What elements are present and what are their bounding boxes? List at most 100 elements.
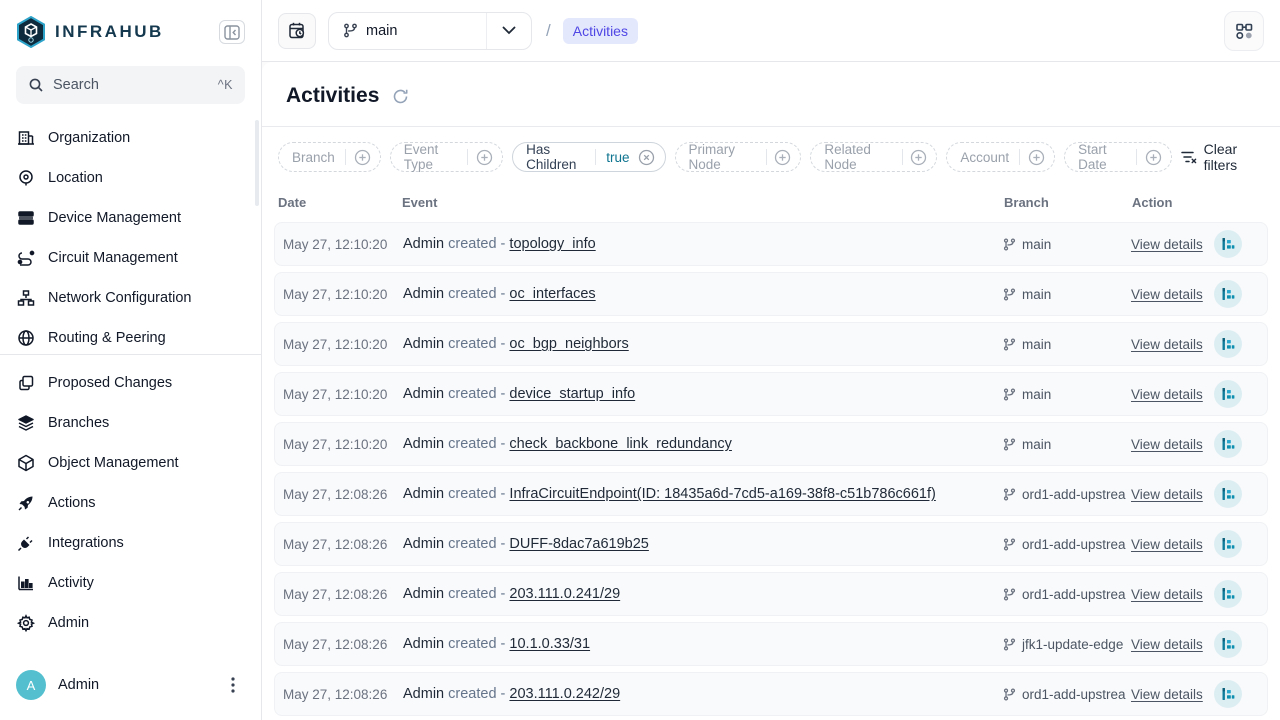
filter-chip[interactable]: Related Node [810, 142, 937, 172]
circle-x-icon[interactable] [638, 149, 665, 166]
view-details-link[interactable]: View details [1131, 537, 1203, 552]
view-details-link[interactable]: View details [1131, 237, 1203, 252]
related-tree-button[interactable] [1214, 330, 1242, 358]
circle-plus-icon[interactable] [766, 149, 800, 166]
time-travel-button[interactable] [278, 13, 316, 49]
clear-filters-button[interactable]: Clear filters [1181, 141, 1264, 173]
event-verb: created [448, 386, 496, 402]
filter-chip[interactable]: Branch [278, 142, 381, 172]
filter-bar: Branch Event Type Has Children true Prim… [262, 127, 1280, 185]
plug-icon [16, 534, 35, 553]
view-details-link[interactable]: View details [1131, 487, 1203, 502]
git-branch-icon [1003, 438, 1016, 451]
event-object-link[interactable]: 203.111.0.241/29 [509, 586, 620, 602]
sidebar-item-admin[interactable]: Admin [0, 603, 261, 643]
view-details-link[interactable]: View details [1131, 337, 1203, 352]
related-tree-button[interactable] [1214, 530, 1242, 558]
event-object-link[interactable]: 203.111.0.242/29 [509, 686, 620, 702]
filter-chip[interactable]: Event Type [390, 142, 503, 172]
event-object-link[interactable]: device_startup_info [509, 386, 635, 402]
related-tree-button[interactable] [1214, 280, 1242, 308]
event-object-link[interactable]: check_backbone_link_redundancy [509, 436, 732, 452]
search-input[interactable]: Search ^K [16, 66, 245, 104]
sidebar-item-location[interactable]: Location [0, 158, 261, 198]
sidebar-item-label: Integrations [48, 535, 124, 551]
sidebar-item-integrations[interactable]: Integrations [0, 523, 261, 563]
row-event: Admin created - 10.1.0.33/31 [403, 636, 1003, 652]
refresh-button[interactable] [389, 85, 411, 107]
sidebar-collapse-button[interactable] [219, 20, 245, 44]
sidebar-item-object-management[interactable]: Object Management [0, 443, 261, 483]
kebab-icon [231, 677, 235, 693]
row-event: Admin created - topology_info [403, 236, 1003, 252]
chevron-down-icon [502, 26, 516, 35]
col-date: Date [278, 195, 402, 210]
brand-logo[interactable]: INFRAHUB [16, 16, 164, 48]
event-separator: - [501, 586, 506, 602]
event-object-link[interactable]: InfraCircuitEndpoint(ID: 18435a6d-7cd5-a… [509, 486, 935, 502]
filter-chip[interactable]: Primary Node [675, 142, 802, 172]
view-details-link[interactable]: View details [1131, 687, 1203, 702]
git-branch-icon [1003, 388, 1016, 401]
app-window: INFRAHUB Search ^K [0, 0, 1280, 720]
related-tree-button[interactable] [1214, 230, 1242, 258]
schema-visualizer-button[interactable] [1224, 11, 1264, 51]
row-branch: main [1003, 387, 1131, 402]
event-verb: created [448, 336, 496, 352]
related-tree-button[interactable] [1214, 680, 1242, 708]
branch-label: main [1022, 237, 1051, 252]
sidebar-item-label: Actions [48, 495, 96, 511]
sidebar-item-device-management[interactable]: Device Management [0, 198, 261, 238]
sidebar-scrollbar[interactable] [255, 120, 259, 206]
row-branch: jfk1-update-edge [1003, 637, 1131, 652]
git-branch-icon [1003, 338, 1016, 351]
col-branch: Branch [1004, 195, 1132, 210]
filter-chip[interactable]: Start Date [1064, 142, 1172, 172]
circle-plus-icon[interactable] [468, 149, 502, 166]
event-actor: Admin [403, 486, 444, 502]
event-object-link[interactable]: 10.1.0.33/31 [509, 636, 590, 652]
row-branch: ord1-add-upstrea [1003, 587, 1131, 602]
view-details-link[interactable]: View details [1131, 387, 1203, 402]
event-object-link[interactable]: oc_bgp_neighbors [509, 336, 628, 352]
related-tree-button[interactable] [1214, 430, 1242, 458]
clear-filters-label: Clear filters [1204, 141, 1264, 173]
view-details-link[interactable]: View details [1131, 437, 1203, 452]
breadcrumb-separator: / [546, 21, 551, 41]
filter-chip[interactable]: Account [946, 142, 1055, 172]
related-tree-button[interactable] [1214, 380, 1242, 408]
table-row: May 27, 12:08:26 Admin created - 10.1.0.… [274, 622, 1268, 666]
event-object-link[interactable]: oc_interfaces [509, 286, 595, 302]
branch-label: ord1-add-upstrea [1022, 687, 1126, 702]
branch-selector[interactable]: main [328, 12, 532, 50]
event-object-link[interactable]: DUFF-8dac7a619b25 [509, 536, 648, 552]
sidebar-item-organization[interactable]: Organization [0, 118, 261, 158]
filter-chip-label: Related Node [811, 142, 901, 172]
filter-chip-active[interactable]: Has Children true [512, 142, 665, 172]
circle-plus-icon[interactable] [1020, 149, 1054, 166]
sidebar-item-activity[interactable]: Activity [0, 563, 261, 603]
view-details-link[interactable]: View details [1131, 587, 1203, 602]
related-tree-button[interactable] [1214, 480, 1242, 508]
sidebar-item-circuit-management[interactable]: Circuit Management [0, 238, 261, 278]
sidebar-item-branches[interactable]: Branches [0, 403, 261, 443]
breadcrumb-activities[interactable]: Activities [563, 18, 638, 44]
event-object-link[interactable]: topology_info [509, 236, 595, 252]
sidebar-item-actions[interactable]: Actions [0, 483, 261, 523]
related-tree-button[interactable] [1214, 630, 1242, 658]
related-tree-button[interactable] [1214, 580, 1242, 608]
user-menu-button[interactable] [221, 673, 245, 697]
view-details-link[interactable]: View details [1131, 287, 1203, 302]
circle-plus-icon[interactable] [1137, 149, 1171, 166]
layers-icon [16, 414, 35, 433]
sidebar-item-proposed-changes[interactable]: Proposed Changes [0, 363, 261, 403]
circle-plus-icon[interactable] [346, 149, 380, 166]
gear-icon [16, 614, 35, 633]
view-details-link[interactable]: View details [1131, 637, 1203, 652]
row-branch: ord1-add-upstrea [1003, 487, 1131, 502]
branch-dropdown-toggle[interactable] [486, 13, 531, 49]
table-row: May 27, 12:08:26 Admin created - InfraCi… [274, 472, 1268, 516]
sidebar-item-network-configuration[interactable]: Network Configuration [0, 278, 261, 318]
circle-plus-icon[interactable] [902, 149, 936, 166]
sidebar-item-routing-peering[interactable]: Routing & Peering [0, 318, 261, 350]
